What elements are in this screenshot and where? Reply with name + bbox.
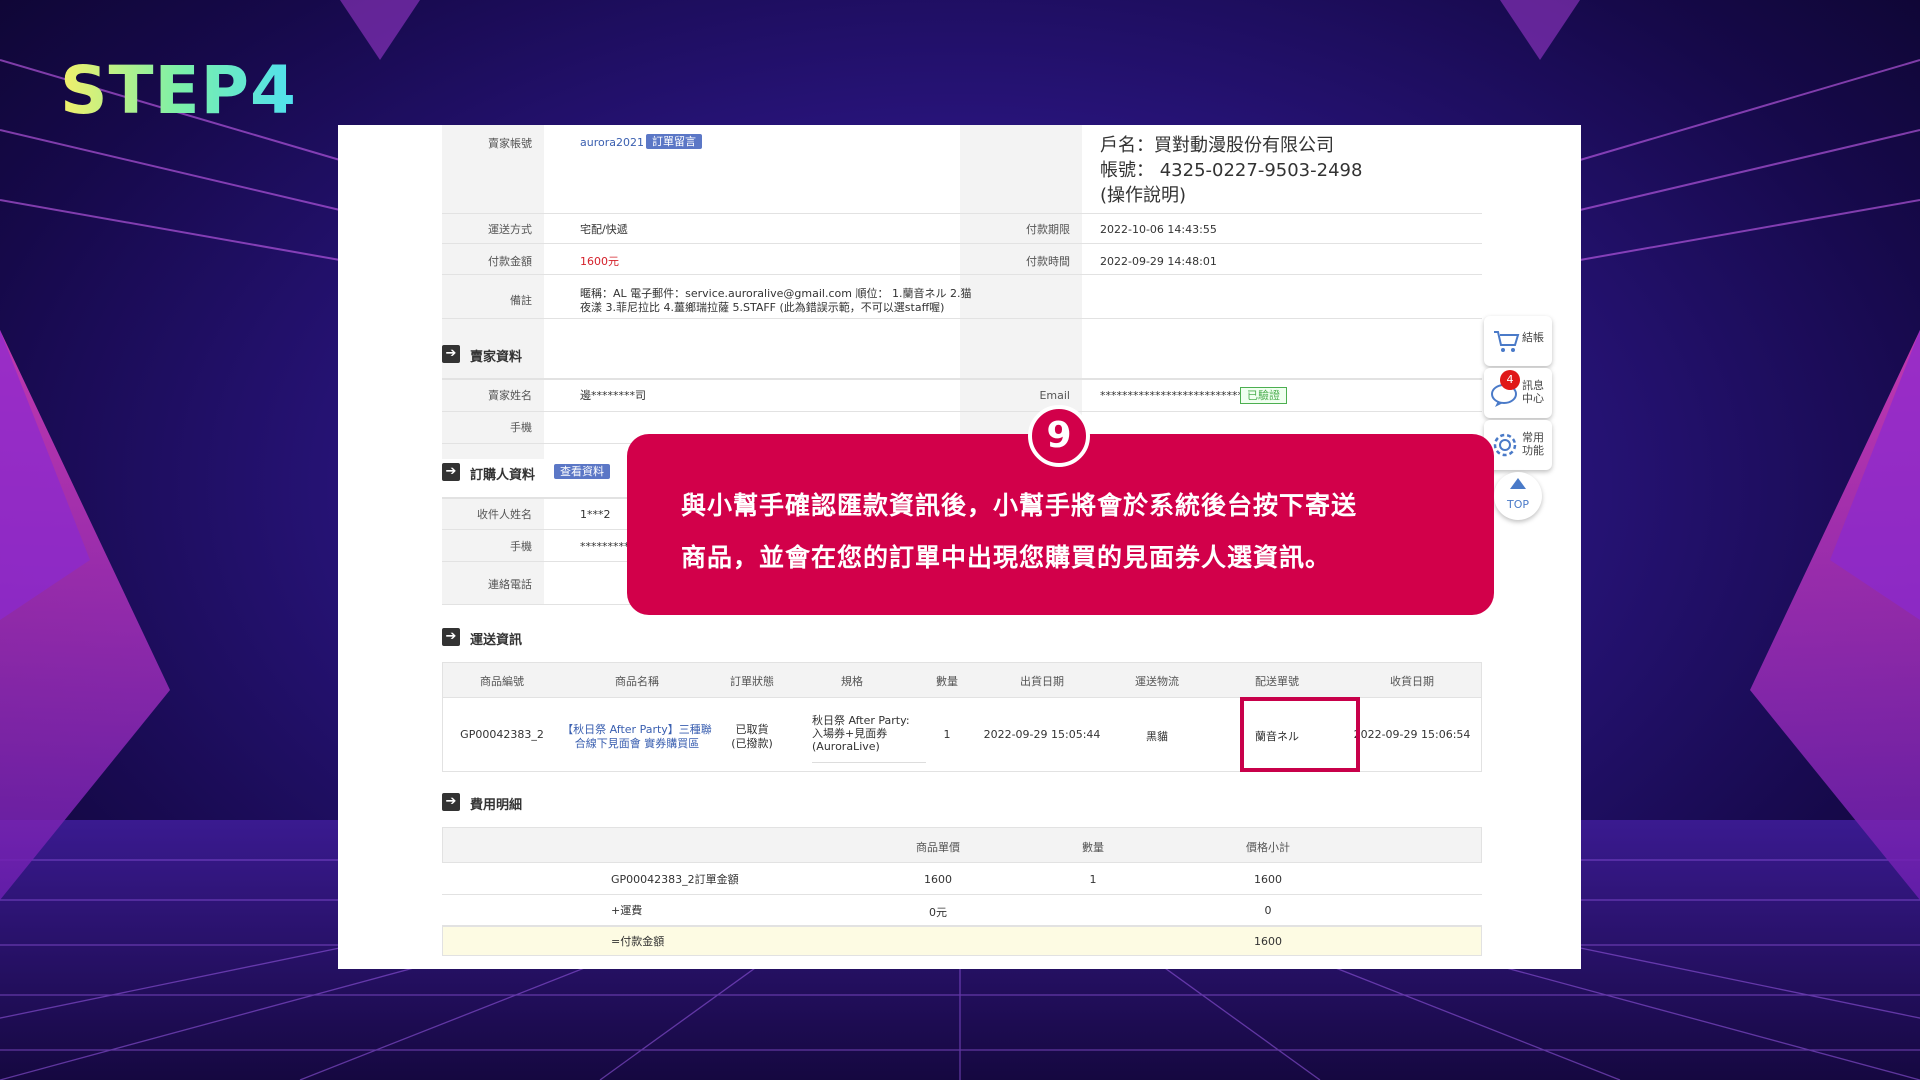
seller-name: 邊********司 bbox=[580, 389, 646, 402]
callout-line: 與小幫手確認匯款資訊後，小幫手將會於系統後台按下寄送 bbox=[681, 491, 1358, 520]
email-label: Email bbox=[1039, 389, 1070, 402]
view-buyer-badge[interactable]: 查看資料 bbox=[554, 464, 610, 479]
note-line: 暱稱：AL 電子郵件：service.auroralive@gmail.com … bbox=[580, 287, 972, 300]
spec-underline bbox=[812, 762, 926, 763]
message-label: 訊息 bbox=[1522, 379, 1544, 392]
fee-subtotal: 1600 bbox=[1254, 935, 1282, 948]
arrow-up-icon bbox=[1510, 478, 1526, 489]
note-line: 夜漾 3.菲尼拉比 4.薑鄉瑞拉薩 5.STAFF (此為錯誤示範，不可以選st… bbox=[580, 301, 945, 314]
bank-account: 帳號： 4325-0227-9503-2498 bbox=[1100, 160, 1363, 181]
seller-email: **************************** bbox=[1100, 389, 1254, 402]
deadline-label: 付款期限 bbox=[1026, 223, 1070, 236]
fees-col-header: 數量 bbox=[1082, 841, 1104, 854]
label-column bbox=[442, 125, 544, 459]
fee-label: +運費 bbox=[611, 904, 643, 917]
table-divider bbox=[442, 894, 1482, 895]
account-label: 賣家帳號 bbox=[488, 137, 532, 150]
message-center-button[interactable]: 4 訊息 中心 bbox=[1484, 368, 1552, 418]
arrow-right-icon: ➔ bbox=[442, 628, 460, 646]
table-divider bbox=[442, 213, 1482, 214]
table-divider bbox=[442, 378, 1482, 380]
arrow-right-icon: ➔ bbox=[442, 463, 460, 481]
arrow-right-icon: ➔ bbox=[442, 793, 460, 811]
seller-name-label: 賣家姓名 bbox=[488, 389, 532, 402]
fee-subtotal: 0 bbox=[1264, 904, 1272, 917]
cart-icon bbox=[1494, 331, 1520, 352]
amount-label: 付款金額 bbox=[488, 255, 532, 268]
ship-date: 2022-09-29 15:05:44 bbox=[983, 728, 1101, 741]
deadline-value: 2022-10-06 14:43:55 bbox=[1100, 223, 1217, 236]
step-number-badge: 9 bbox=[1028, 405, 1090, 467]
spec-line: (AuroraLive) bbox=[812, 740, 880, 753]
paytime-label: 付款時間 bbox=[1026, 255, 1070, 268]
highlight-box bbox=[1240, 697, 1360, 772]
product-name-link[interactable]: 合線下見面會 實券購買區 bbox=[562, 735, 712, 751]
functions-label: 功能 bbox=[1522, 444, 1544, 457]
seller-phone-label: 手機 bbox=[510, 421, 532, 434]
col-header: 商品名稱 bbox=[615, 675, 659, 688]
product-id: GP00042383_2 bbox=[460, 728, 544, 741]
verified-badge: 已驗證 bbox=[1240, 387, 1287, 404]
recipient-label: 收件人姓名 bbox=[477, 508, 532, 521]
col-header: 運送物流 bbox=[1135, 675, 1179, 688]
fee-qty: 1 bbox=[1089, 873, 1097, 886]
fee-label: =付款金額 bbox=[611, 935, 665, 948]
table-divider bbox=[442, 274, 1482, 275]
fees-col-header: 價格小計 bbox=[1246, 841, 1290, 854]
message-badge[interactable]: 訂單留言 bbox=[646, 134, 702, 149]
step-title: STEP4 bbox=[60, 52, 297, 129]
section-title: 訂購人資料 bbox=[470, 468, 536, 483]
col-header: 規格 bbox=[841, 675, 863, 688]
cart-label: 結帳 bbox=[1522, 331, 1544, 344]
shipping-label: 運送方式 bbox=[488, 223, 532, 236]
common-functions-button[interactable]: 常用 功能 bbox=[1484, 420, 1552, 470]
fee-price: 0元 bbox=[929, 906, 947, 919]
amount-value: 1600元 bbox=[580, 255, 619, 268]
spec-line: 秋日祭 After Party: bbox=[812, 714, 910, 727]
section-title: 運送資訊 bbox=[470, 633, 523, 648]
table-divider bbox=[442, 411, 1482, 412]
receive-date: 2022-09-29 15:06:54 bbox=[1353, 728, 1471, 741]
top-label: TOP bbox=[1506, 498, 1529, 511]
section-title: 費用明細 bbox=[470, 798, 523, 813]
fee-label: GP00042383_2訂單金額 bbox=[611, 873, 739, 886]
table-divider bbox=[442, 243, 1482, 244]
bank-help-link[interactable]: (操作說明) bbox=[1100, 181, 1186, 207]
arrow-right-icon: ➔ bbox=[442, 345, 460, 363]
col-header: 訂單狀態 bbox=[730, 675, 774, 688]
note-label: 備註 bbox=[510, 294, 532, 307]
fee-subtotal: 1600 bbox=[1254, 873, 1282, 886]
order-status: (已撥款) bbox=[731, 737, 773, 750]
col-header: 出貨日期 bbox=[1020, 675, 1064, 688]
functions-label: 常用 bbox=[1522, 431, 1544, 444]
cart-button[interactable]: 結帳 bbox=[1484, 316, 1552, 366]
shipping-value: 宅配/快遞 bbox=[580, 223, 628, 236]
col-header: 商品編號 bbox=[480, 675, 524, 688]
paytime-value: 2022-09-29 14:48:01 bbox=[1100, 255, 1217, 268]
seller-account-link[interactable]: aurora2021 bbox=[580, 136, 644, 149]
contact-label: 連絡電話 bbox=[488, 578, 532, 591]
section-title: 賣家資料 bbox=[470, 350, 523, 365]
buyer-phone-label: 手機 bbox=[510, 540, 532, 553]
message-count-badge: 4 bbox=[1500, 370, 1520, 390]
back-to-top-button[interactable]: TOP bbox=[1494, 472, 1542, 520]
logistics: 黑貓 bbox=[1146, 730, 1168, 743]
table-divider bbox=[442, 318, 1482, 319]
bank-name: 戶名：買對動漫股份有限公司 bbox=[1100, 135, 1334, 156]
fee-price: 1600 bbox=[924, 873, 952, 886]
recipient-name: 1***2 bbox=[580, 508, 611, 521]
message-label: 中心 bbox=[1522, 392, 1544, 405]
gear-icon bbox=[1493, 433, 1517, 457]
quantity: 1 bbox=[943, 728, 951, 741]
col-header: 收貨日期 bbox=[1390, 675, 1434, 688]
spec-line: 入場券+見面券 bbox=[812, 727, 888, 740]
col-header: 數量 bbox=[936, 675, 958, 688]
callout-line: 商品，並會在您的訂單中出現您購買的見面券人選資訊。 bbox=[681, 543, 1332, 572]
fees-col-header: 商品單價 bbox=[916, 841, 960, 854]
col-header: 配送單號 bbox=[1255, 675, 1299, 688]
